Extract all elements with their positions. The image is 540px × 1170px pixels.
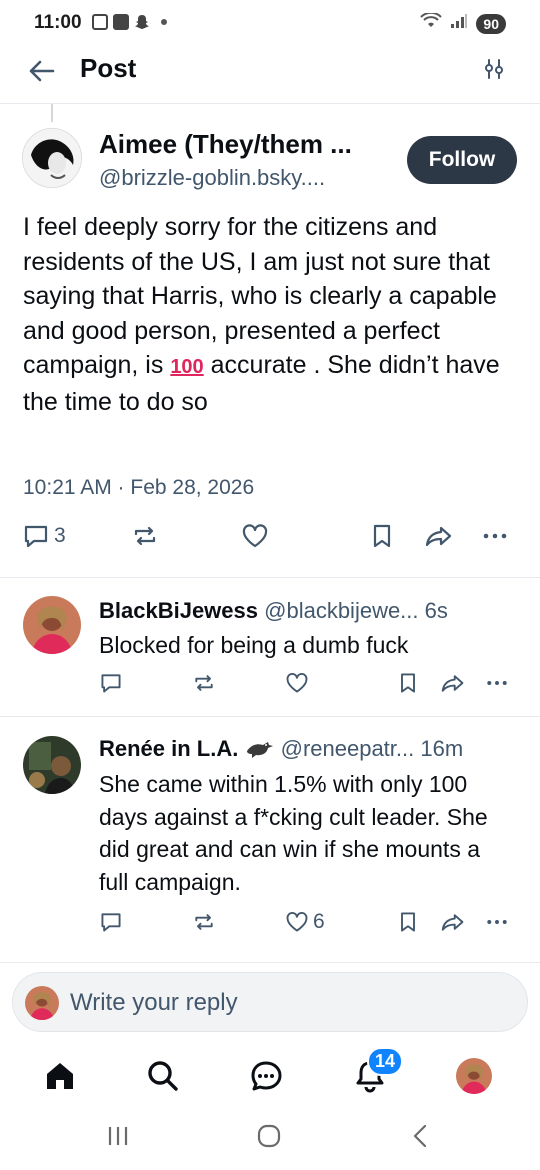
nav-chat[interactable] bbox=[246, 1056, 286, 1096]
repost-button[interactable] bbox=[192, 671, 216, 695]
bookmark-button[interactable] bbox=[368, 522, 396, 550]
reply-header: BlackBiJewess @blackbijewe... 6s bbox=[99, 598, 448, 624]
bookmark-icon bbox=[373, 524, 391, 548]
reply-button[interactable] bbox=[99, 910, 123, 934]
reply-composer[interactable]: Write your reply bbox=[12, 972, 528, 1032]
more-options-button[interactable] bbox=[484, 910, 510, 934]
bookmark-icon bbox=[401, 673, 415, 693]
back-system-button[interactable] bbox=[409, 1124, 433, 1153]
reply-input-placeholder[interactable]: Write your reply bbox=[70, 989, 238, 1017]
more-dots-icon bbox=[487, 920, 507, 924]
screenshot-icon bbox=[92, 14, 108, 30]
more-dots-icon bbox=[483, 533, 507, 539]
more-dots-icon bbox=[487, 681, 507, 685]
like-button[interactable]: 6 bbox=[285, 910, 325, 934]
reply-icon bbox=[101, 674, 121, 693]
share-button[interactable] bbox=[424, 522, 454, 550]
youtube-icon bbox=[113, 14, 129, 30]
recent-apps-button[interactable] bbox=[106, 1124, 130, 1153]
like-button[interactable] bbox=[285, 671, 309, 695]
reply-text: She came within 1.5% with only 100 days … bbox=[99, 771, 488, 895]
snapchat-icon bbox=[134, 14, 150, 30]
reply-header: Renée in L.A. @reneepatr... 16m bbox=[99, 736, 463, 762]
reply-actions: 6 bbox=[0, 910, 540, 942]
bookmark-button[interactable] bbox=[396, 910, 420, 934]
chat-icon bbox=[251, 1061, 282, 1091]
repost-button[interactable] bbox=[192, 910, 216, 934]
bookmark-button[interactable] bbox=[396, 671, 420, 695]
nav-home[interactable] bbox=[40, 1056, 80, 1096]
reply-text: Blocked for being a dumb fuck bbox=[99, 632, 409, 658]
heart-icon bbox=[286, 672, 308, 693]
my-avatar bbox=[25, 986, 59, 1020]
bottom-navigation: 14 bbox=[0, 1040, 540, 1110]
recents-icon bbox=[108, 1127, 128, 1145]
reply-avatar[interactable] bbox=[23, 596, 81, 654]
wifi-icon bbox=[420, 11, 443, 34]
post-actions: 3 bbox=[0, 522, 540, 554]
bird-emoji-icon bbox=[244, 736, 274, 761]
reply-count: 3 bbox=[54, 524, 66, 547]
status-bar: 11:00 90 bbox=[0, 0, 540, 48]
reply-handle-time: @blackbijewe... 6s bbox=[264, 598, 448, 623]
share-button[interactable] bbox=[440, 910, 466, 934]
profile-avatar bbox=[456, 1058, 492, 1094]
repost-button[interactable] bbox=[131, 522, 159, 550]
status-right: 90 bbox=[420, 11, 506, 34]
notifications-badge: 14 bbox=[367, 1047, 404, 1076]
divider bbox=[0, 577, 540, 578]
author-name[interactable]: Aimee (They/them ... bbox=[99, 129, 352, 160]
heart-icon bbox=[242, 524, 268, 548]
more-options-button[interactable] bbox=[484, 671, 510, 695]
reply-icon bbox=[101, 913, 121, 932]
share-icon bbox=[425, 526, 452, 547]
page-header: Post bbox=[0, 48, 540, 104]
divider bbox=[0, 716, 540, 717]
reply-handle-time: @reneepatr... 16m bbox=[280, 736, 464, 761]
reply-author-name[interactable]: Renée in L.A. bbox=[99, 736, 238, 761]
repost-icon bbox=[195, 675, 213, 691]
nav-notifications[interactable]: 14 bbox=[350, 1047, 404, 1096]
post-timestamp: 10:21 AM · Feb 28, 2026 bbox=[23, 476, 255, 499]
notification-icons bbox=[92, 14, 167, 30]
back-arrow-icon[interactable] bbox=[26, 56, 56, 86]
share-icon bbox=[441, 914, 464, 931]
reply-icon bbox=[24, 525, 48, 548]
battery-indicator: 90 bbox=[476, 13, 506, 34]
author-handle[interactable]: @brizzle-goblin.bsky.... bbox=[99, 165, 325, 191]
author-avatar[interactable] bbox=[22, 128, 82, 188]
reply-avatar[interactable] bbox=[23, 736, 81, 794]
reply-button[interactable]: 3 bbox=[22, 522, 66, 550]
share-icon bbox=[441, 675, 464, 692]
divider bbox=[0, 962, 540, 963]
back-chevron-icon bbox=[413, 1124, 427, 1148]
status-time: 11:00 bbox=[34, 12, 82, 33]
hundred-emoji-icon: 100 bbox=[170, 356, 204, 378]
nav-search[interactable] bbox=[143, 1056, 183, 1096]
page-title: Post bbox=[80, 53, 137, 83]
search-icon bbox=[148, 1061, 178, 1091]
follow-button[interactable]: Follow bbox=[407, 136, 517, 184]
reply-author-name[interactable]: BlackBiJewess bbox=[99, 598, 258, 623]
thread-connector-line bbox=[51, 104, 53, 122]
thread-settings-icon[interactable] bbox=[482, 57, 506, 81]
heart-icon bbox=[286, 911, 308, 932]
signal-icon bbox=[450, 13, 468, 34]
reply-actions bbox=[0, 671, 540, 703]
like-button[interactable] bbox=[241, 522, 269, 550]
home-circle-icon bbox=[257, 1124, 281, 1148]
system-navigation-bar bbox=[0, 1110, 540, 1170]
repost-icon bbox=[134, 526, 156, 546]
post-text: I feel deeply sorry for the citizens and… bbox=[23, 210, 523, 419]
home-icon bbox=[47, 1063, 73, 1089]
home-system-button[interactable] bbox=[257, 1124, 281, 1153]
like-count: 6 bbox=[313, 910, 325, 933]
nav-profile[interactable] bbox=[454, 1056, 494, 1096]
repost-icon bbox=[195, 914, 213, 930]
more-options-button[interactable] bbox=[480, 522, 510, 550]
more-notifications-dot bbox=[161, 19, 167, 25]
reply-button[interactable] bbox=[99, 671, 123, 695]
share-button[interactable] bbox=[440, 671, 466, 695]
bookmark-icon bbox=[401, 912, 415, 932]
